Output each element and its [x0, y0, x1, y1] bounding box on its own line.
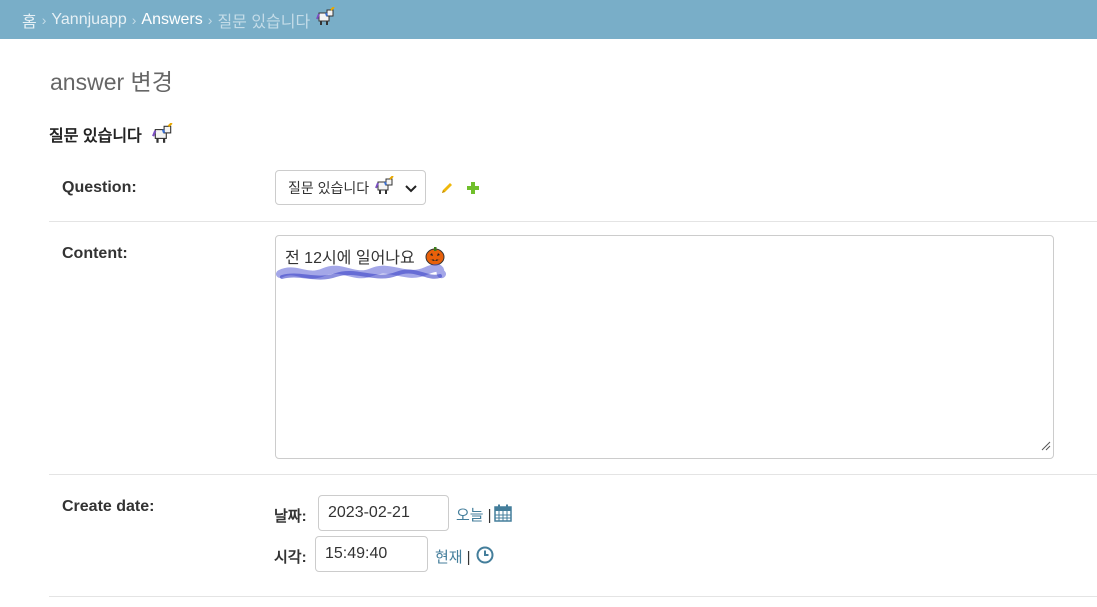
object-title-text: 질문 있습니다	[49, 128, 142, 145]
content-label: Content:	[62, 245, 128, 262]
time-input-value: 15:49:40	[325, 545, 388, 562]
time-separator: |	[466, 549, 471, 566]
breadcrumb-home[interactable]: 홈	[22, 8, 37, 32]
clock-icon[interactable]	[476, 546, 494, 569]
pencil-icon[interactable]	[440, 181, 454, 200]
now-link[interactable]: 현재	[435, 549, 463, 566]
create-date-label: Create date:	[62, 498, 155, 515]
unicorn-emoji-icon	[316, 6, 336, 32]
time-label: 시각:	[274, 549, 307, 566]
question-label: Question:	[62, 179, 137, 196]
plus-icon[interactable]	[466, 181, 480, 200]
breadcrumb-current: 질문 있습니다	[217, 13, 311, 31]
form-row-question: Question:	[49, 163, 1097, 222]
breadcrumb-separator: ›	[207, 11, 213, 28]
date-input-value: 2023-02-21	[328, 504, 410, 521]
question-select[interactable]: 질문 있습니다	[275, 170, 426, 205]
date-label: 날짜:	[274, 508, 307, 525]
calendar-icon[interactable]	[494, 504, 512, 527]
object-title: 질문 있습니다	[49, 122, 174, 150]
date-separator: |	[487, 507, 492, 524]
date-input[interactable]: 2023-02-21	[318, 495, 449, 531]
today-link[interactable]: 오늘	[456, 507, 484, 524]
page-title: answer 변경	[50, 69, 173, 95]
breadcrumb-model[interactable]: Answers	[141, 11, 202, 29]
breadcrumb-separator: ›	[131, 11, 137, 28]
unicorn-emoji-icon	[375, 175, 395, 199]
time-input[interactable]: 15:49:40	[315, 536, 428, 572]
breadcrumb-app[interactable]: Yannjuapp	[51, 11, 126, 29]
chevron-down-icon	[403, 180, 419, 199]
question-select-value: 질문 있습니다	[288, 179, 370, 196]
breadcrumb: 홈 › Yannjuapp › Answers › 질문 있습니다	[0, 0, 1097, 39]
time-shortcuts: 현재 |	[435, 546, 475, 567]
unicorn-emoji-icon	[152, 122, 174, 150]
breadcrumb-separator: ›	[41, 11, 47, 28]
resize-handle-icon[interactable]	[1039, 438, 1051, 456]
form-row-create-date: Create date:	[49, 475, 1097, 597]
content-textarea[interactable]: 전 12시에 일어나요	[275, 235, 1054, 459]
date-shortcuts: 오늘 |	[456, 504, 496, 525]
redaction-scribble	[276, 262, 446, 291]
